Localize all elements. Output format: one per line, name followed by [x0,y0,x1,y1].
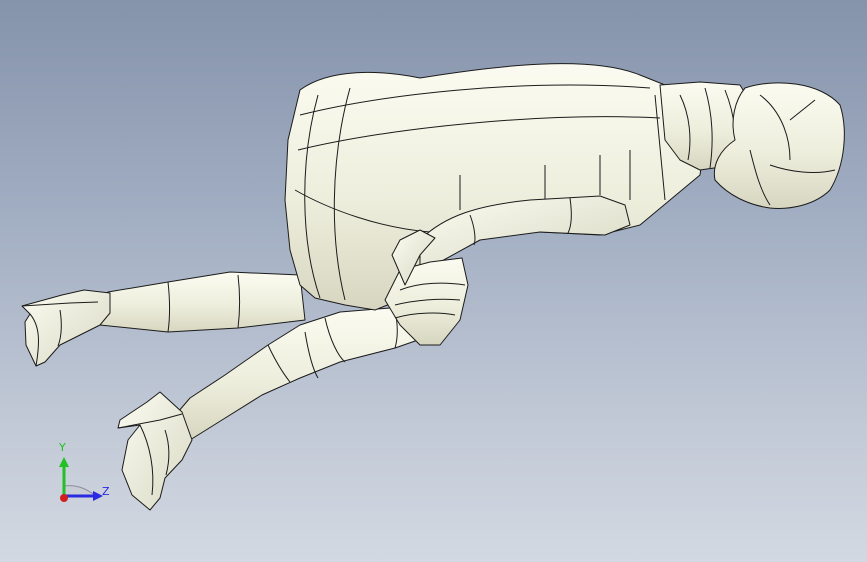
y-axis-label: Y [59,441,66,454]
upper-leg [97,271,306,333]
left-shoe [21,289,111,367]
z-axis-label: Z [102,485,110,498]
x-axis-dot [60,494,68,502]
3d-model[interactable] [0,0,867,562]
y-axis-arrowhead [59,457,69,467]
triad-graphic [59,457,103,502]
orientation-triad: Y Z [44,436,124,516]
torso [284,63,706,311]
graphics-viewport[interactable]: Y Z [0,0,867,562]
triad-plane-icon [63,485,98,497]
